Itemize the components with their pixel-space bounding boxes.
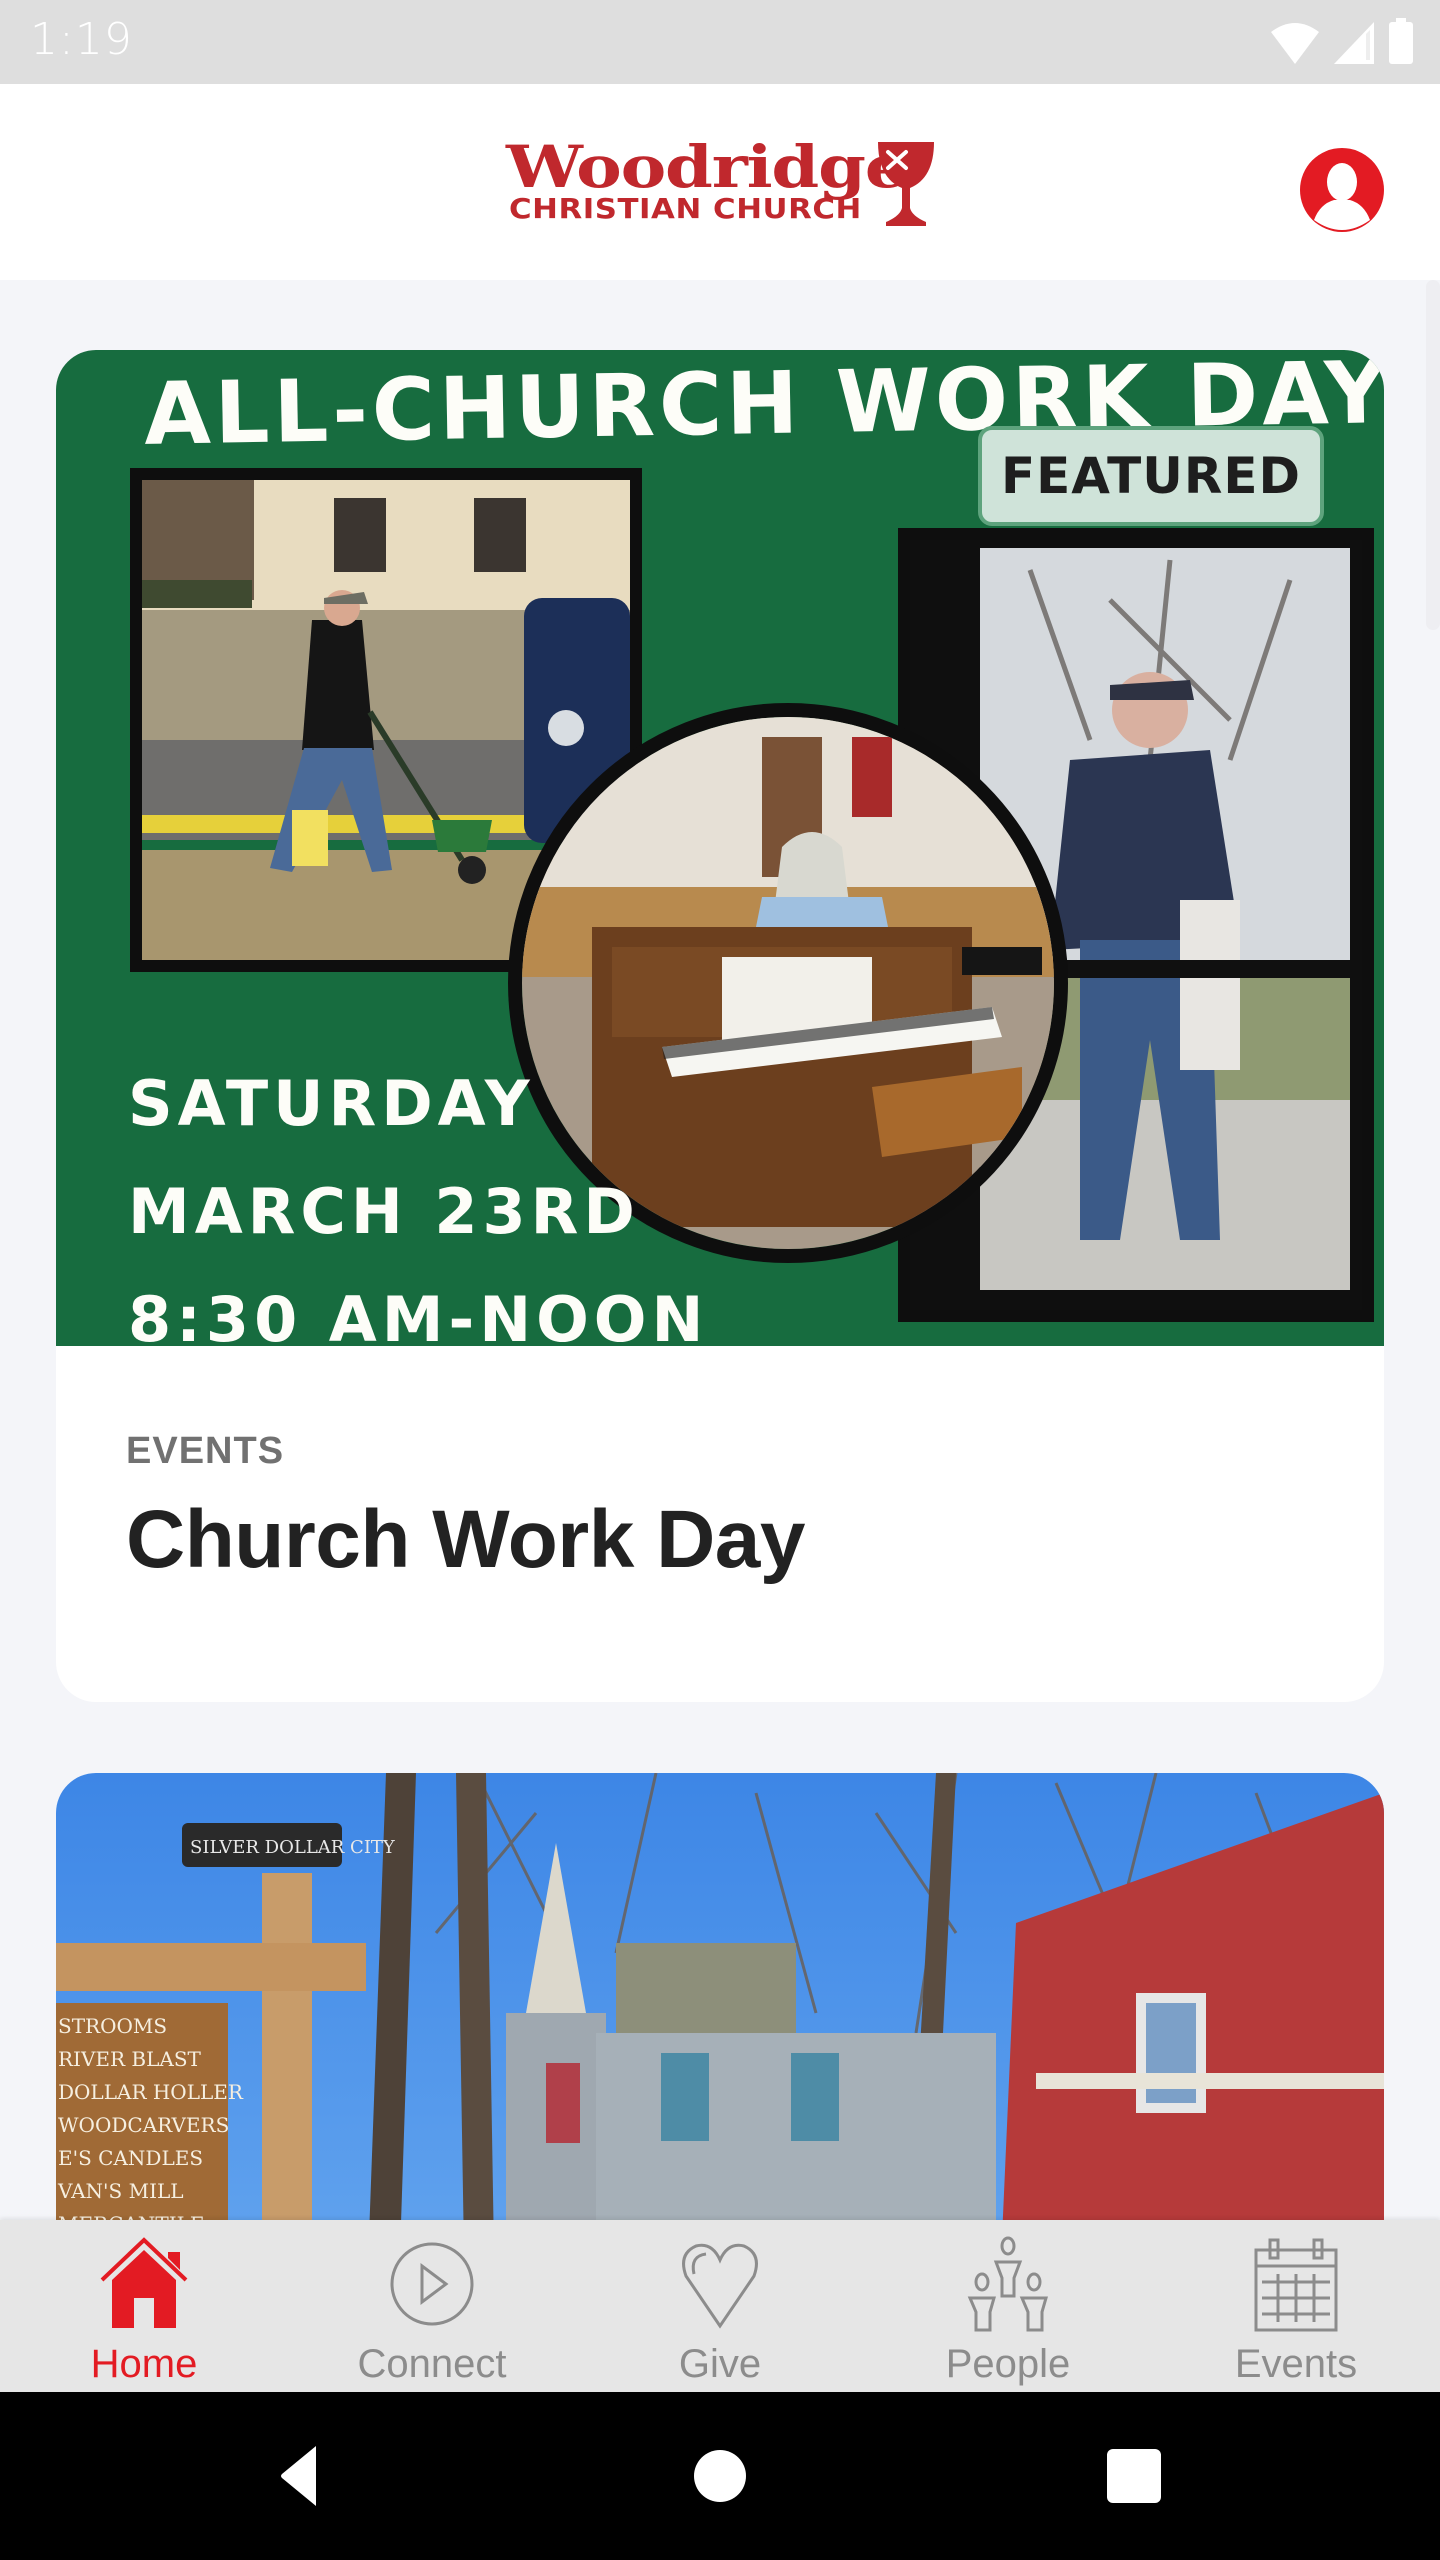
heart-icon (682, 2243, 758, 2329)
flyer-time: 8:30 AM-NOON (128, 1283, 709, 1346)
logo-name: Woodridge (506, 133, 908, 201)
featured-badge: FEATURED (978, 426, 1324, 526)
church-logo[interactable]: Woodridge CHRISTIAN CHURCH (506, 138, 936, 232)
tab-label: Connect (357, 2342, 507, 2386)
tab-home[interactable]: Home (0, 2220, 288, 2392)
home-circle-icon[interactable] (680, 2436, 760, 2516)
card-category: EVENTS (126, 1430, 285, 1472)
feed-card-featured[interactable]: ALL-CHURCH WORK DAY FEATURED SATURDAY MA… (56, 350, 1384, 1702)
status-time: 1:19 (30, 14, 133, 65)
event-flyer-image: ALL-CHURCH WORK DAY FEATURED SATURDAY MA… (56, 350, 1384, 1346)
sign-text: SILVER DOLLAR CITY (190, 1837, 396, 1858)
play-circle-icon (390, 2242, 474, 2326)
svg-text:STROOMS: STROOMS (58, 2014, 167, 2038)
card-body: EVENTS Church Work Day (56, 1346, 1384, 1587)
tab-label: Home (90, 2342, 198, 2386)
tab-label: Events (1234, 2342, 1358, 2386)
home-icon (100, 2237, 188, 2328)
svg-text:RIVER BLAST: RIVER BLAST (58, 2047, 202, 2071)
feed-scrollbar[interactable] (1426, 280, 1440, 630)
profile-button[interactable] (1300, 148, 1384, 232)
svg-text:MERCANTILE: MERCANTILE (58, 2212, 205, 2220)
tab-give[interactable]: Give (576, 2220, 864, 2392)
calendar-icon (1254, 2238, 1338, 2332)
svg-text:VAN'S MILL: VAN'S MILL (57, 2179, 184, 2203)
flyer-event-details: SATURDAY MARCH 23RD 8:30 AM-NOON (128, 1050, 708, 1346)
bottom-tab-bar: Home Connect Give People Events (0, 2220, 1440, 2392)
recents-icon[interactable] (1094, 2436, 1174, 2516)
back-icon[interactable] (260, 2436, 340, 2516)
tab-label: People (945, 2342, 1071, 2386)
tab-events[interactable]: Events (1152, 2220, 1440, 2392)
user-profile-icon (1314, 163, 1370, 230)
tab-people[interactable]: People (864, 2220, 1152, 2392)
home-feed[interactable]: ALL-CHURCH WORK DAY FEATURED SATURDAY MA… (0, 280, 1440, 2220)
feed-card[interactable]: SILVER DOLLAR CITY STROOMS RIVER BLAST D… (56, 1773, 1384, 2220)
status-bar: 1:19 (0, 0, 1440, 84)
people-icon (967, 2236, 1048, 2332)
flyer-day: SATURDAY (128, 1067, 535, 1140)
system-navigation-bar (0, 2392, 1440, 2560)
tab-label: Give (678, 2342, 762, 2386)
group-photo-silver-dollar-city: SILVER DOLLAR CITY STROOMS RIVER BLAST D… (56, 1773, 1384, 2220)
svg-text:DOLLAR HOLLER: DOLLAR HOLLER (58, 2080, 244, 2104)
tab-connect[interactable]: Connect (288, 2220, 576, 2392)
logo-subtitle: CHRISTIAN CHURCH (509, 192, 862, 225)
cellular-signal-icon (1334, 22, 1374, 64)
status-icons (1270, 18, 1414, 64)
svg-text:E'S CANDLES: E'S CANDLES (58, 2146, 203, 2170)
battery-icon (1389, 18, 1413, 64)
flyer-date: MARCH 23RD (128, 1175, 640, 1248)
app-header: Woodridge CHRISTIAN CHURCH (0, 84, 1440, 280)
chalice-icon (878, 142, 934, 226)
svg-text:WOODCARVERS: WOODCARVERS (58, 2113, 229, 2137)
card-title: Church Work Day (126, 1494, 806, 1585)
wifi-icon (1271, 23, 1319, 64)
